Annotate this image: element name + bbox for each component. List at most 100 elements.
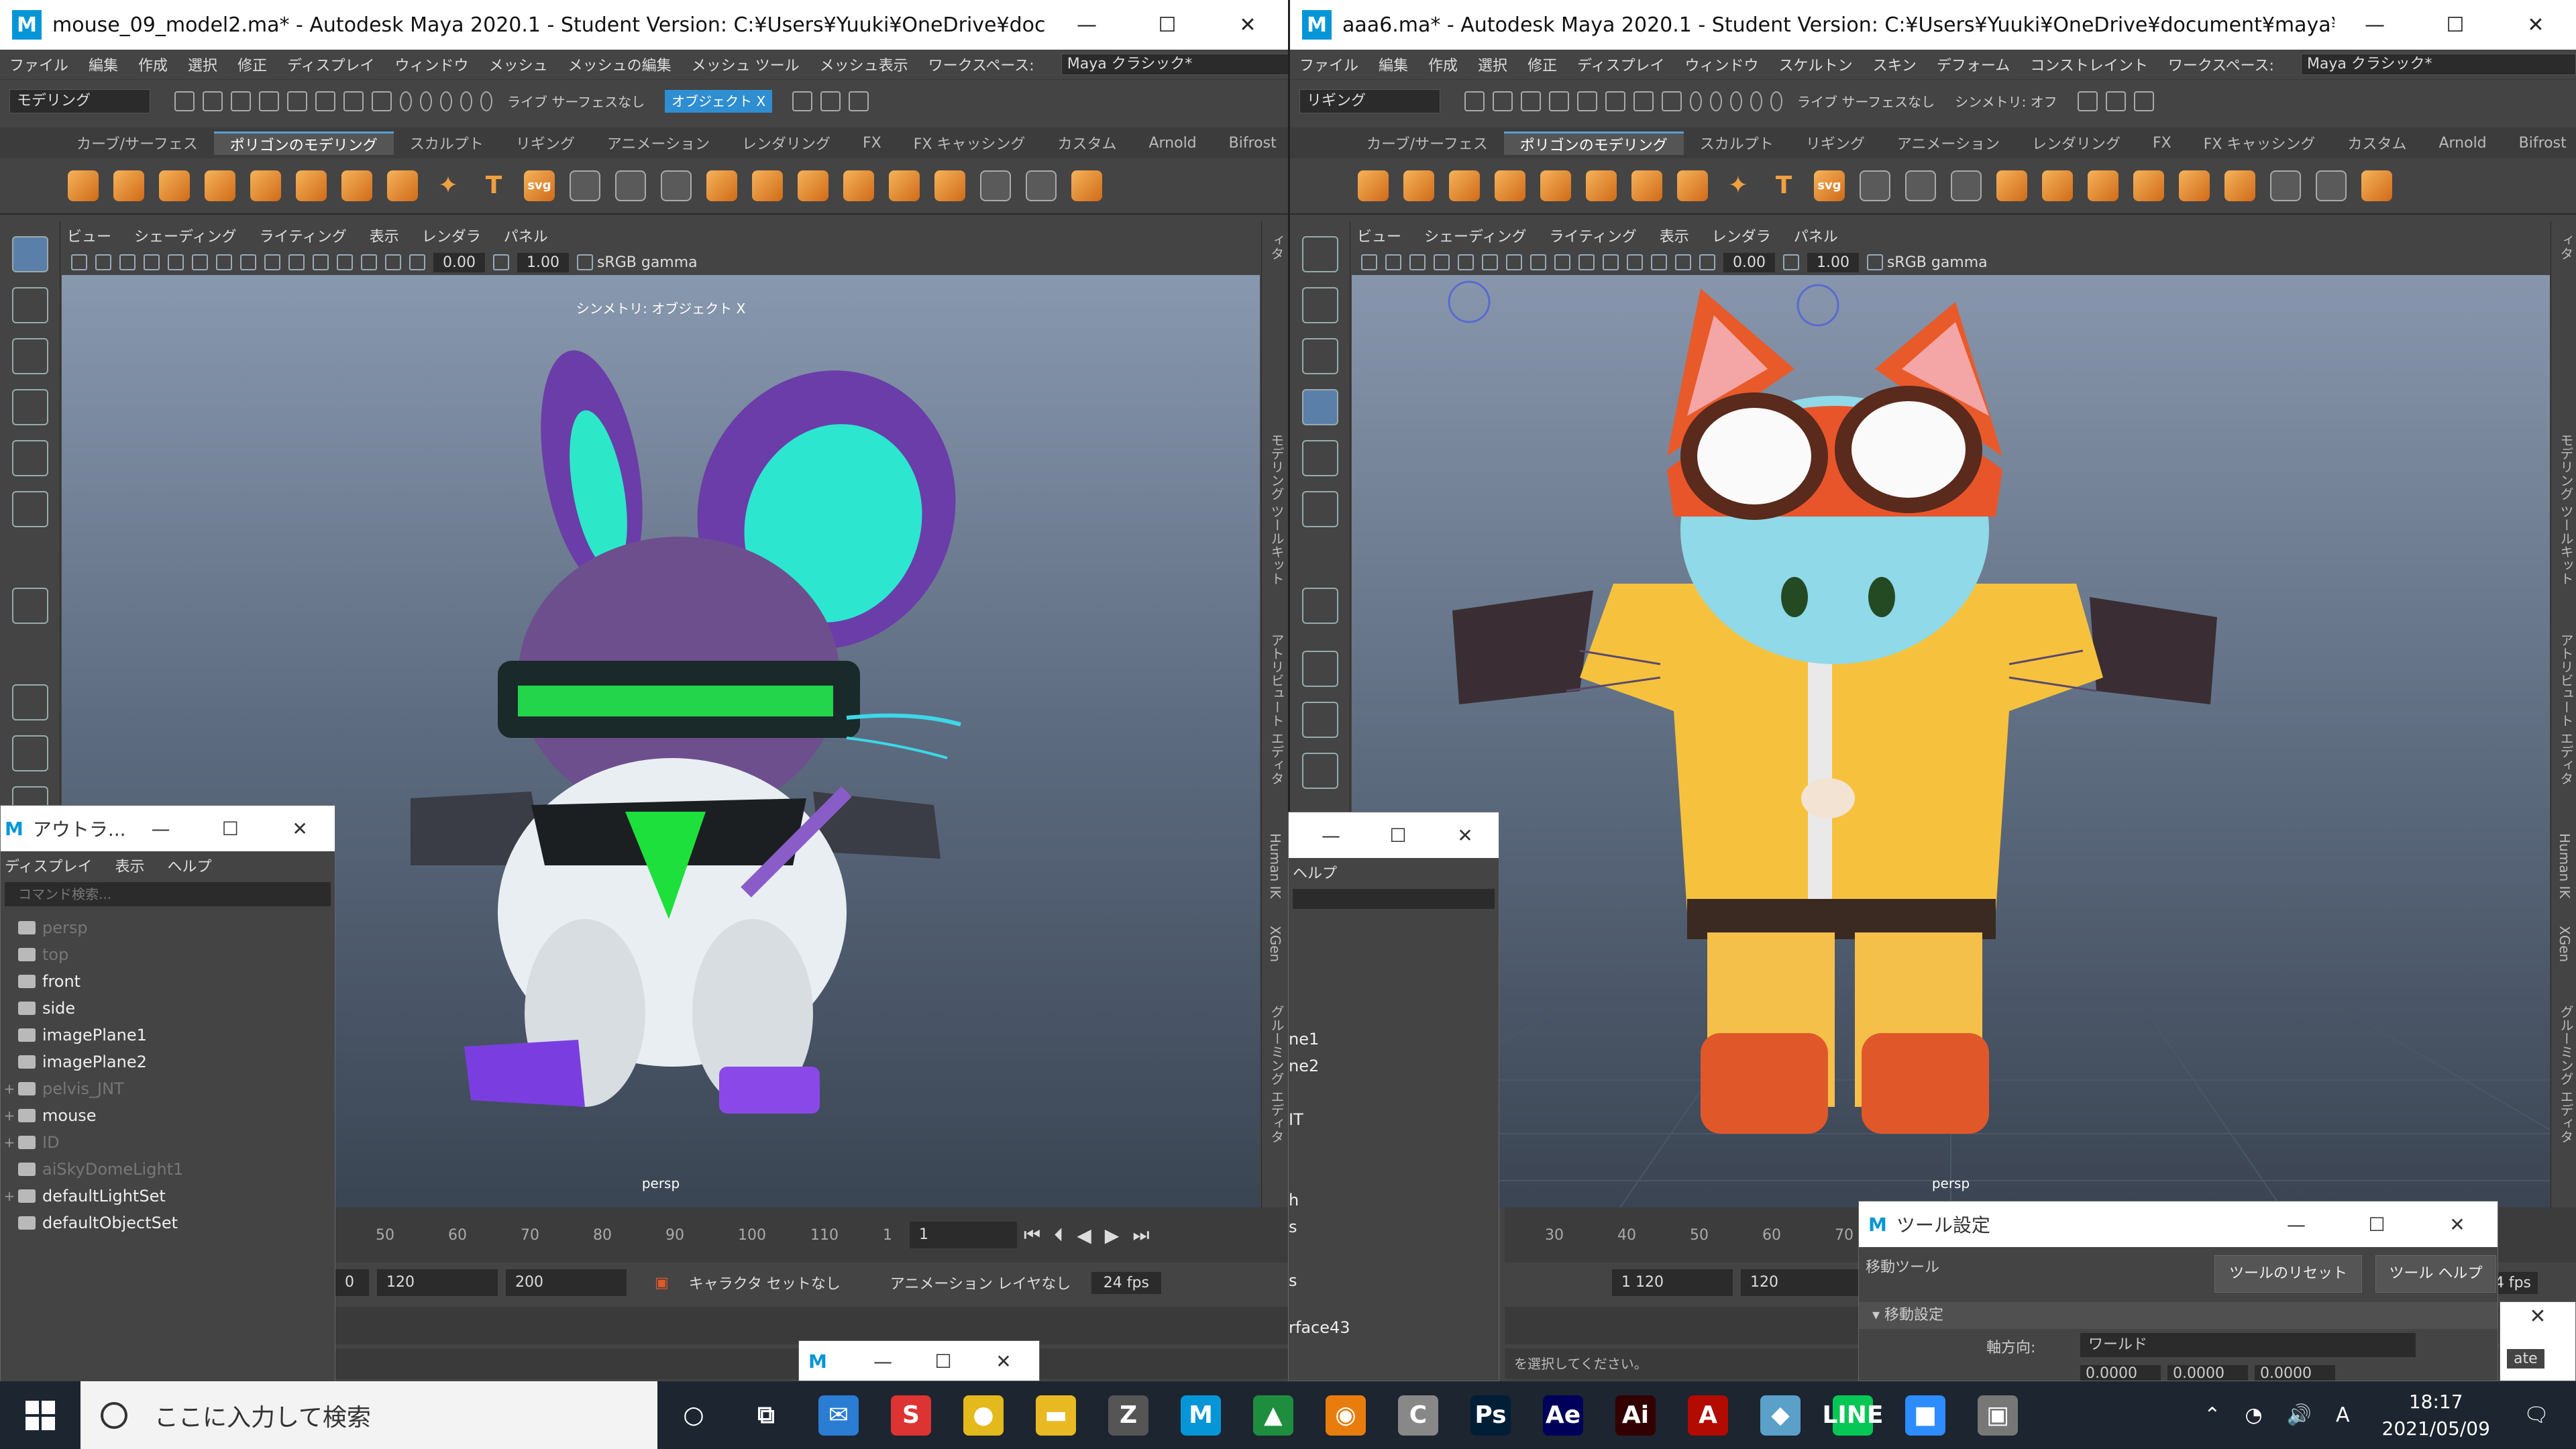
fps-select[interactable]: 24 fps bbox=[1091, 1271, 1161, 1294]
range-end-field[interactable]: 120 bbox=[1741, 1269, 1862, 1296]
resolution-gate-icon[interactable] bbox=[216, 254, 232, 270]
go-to-end-icon[interactable]: ⏭ bbox=[1132, 1224, 1149, 1246]
shelf-tab-arnold[interactable]: Arnold bbox=[1132, 135, 1212, 152]
merge-icon[interactable] bbox=[1951, 170, 1982, 201]
tab-attribute-editor[interactable]: アトリビュート エディタ bbox=[2557, 633, 2576, 821]
camera-select-icon[interactable] bbox=[1361, 254, 1377, 270]
shelf-tab-rigging[interactable]: リギング bbox=[1790, 132, 1881, 154]
layout-two-icon[interactable] bbox=[1301, 753, 1338, 789]
tab-attribute-editor[interactable]: アトリビュート エディタ bbox=[1267, 633, 1287, 821]
ime-indicator[interactable]: A bbox=[2336, 1403, 2350, 1427]
menu-modify[interactable]: 修正 bbox=[237, 54, 267, 75]
snap-grid-icon[interactable] bbox=[400, 91, 412, 111]
close-button[interactable]: ✕ bbox=[2417, 1214, 2498, 1236]
menu-edit-mesh[interactable]: メッシュの編集 bbox=[568, 54, 672, 75]
floating-window-title-bar[interactable]: — ☐ ✕ bbox=[1289, 812, 1499, 858]
panel-menu-renderer[interactable]: レンダラ bbox=[1712, 225, 1771, 246]
range-max-field[interactable]: 200 bbox=[506, 1269, 627, 1296]
type-icon[interactable]: T bbox=[478, 170, 509, 201]
menu-select[interactable]: 選択 bbox=[188, 54, 217, 75]
layout-four-icon[interactable] bbox=[1301, 702, 1338, 738]
section-header-move-settings[interactable]: ▾ 移動設定 bbox=[1859, 1302, 2498, 1329]
shelf-tab-poly-modeling[interactable]: ポリゴンのモデリング bbox=[213, 131, 394, 155]
shelf-tab-curves[interactable]: カーブ/サーフェス bbox=[60, 132, 214, 154]
menu-mesh-display[interactable]: メッシュ表示 bbox=[820, 54, 908, 75]
shadows-icon[interactable] bbox=[1627, 254, 1643, 270]
close-button[interactable]: ✕ bbox=[2496, 13, 2576, 37]
bookmark-icon[interactable] bbox=[119, 254, 136, 270]
shelf-tab-curves[interactable]: カーブ/サーフェス bbox=[1350, 132, 1504, 154]
lights-icon[interactable] bbox=[313, 254, 329, 270]
lasso-tool-icon[interactable] bbox=[1301, 287, 1338, 323]
panel-menu-show[interactable]: 表示 bbox=[370, 225, 399, 246]
network-icon[interactable]: ◔ bbox=[2245, 1403, 2262, 1427]
outliner-row[interactable]: top bbox=[1, 941, 335, 968]
minimized-window-title-bar[interactable]: M — ☐ ✕ bbox=[799, 1341, 1039, 1381]
select-component-icon[interactable] bbox=[372, 91, 392, 111]
shelf-tab-sculpt[interactable]: スカルプト bbox=[394, 132, 500, 154]
range-start-field[interactable]: 1 120 bbox=[1612, 1269, 1733, 1296]
axis-value-x[interactable]: 0.0000 bbox=[2080, 1365, 2161, 1381]
open-scene-icon[interactable] bbox=[1493, 91, 1513, 111]
list-item[interactable]: ne2 bbox=[1289, 1053, 1499, 1079]
range-end-field[interactable]: 120 bbox=[377, 1269, 498, 1296]
smooth-shade-icon[interactable] bbox=[1554, 254, 1570, 270]
snap-curve-icon[interactable] bbox=[420, 91, 432, 111]
minimize-button[interactable]: — bbox=[2256, 1214, 2337, 1236]
outliner-menu-display[interactable]: ディスプレイ bbox=[5, 855, 92, 876]
symmetry-select[interactable]: オブジェクト X bbox=[665, 89, 773, 113]
panel-menu-view[interactable]: ビュー bbox=[1357, 225, 1401, 246]
panel-menu-shading[interactable]: シェーディング bbox=[134, 225, 236, 246]
ipr-icon[interactable] bbox=[2133, 91, 2154, 111]
gamma-icon[interactable] bbox=[492, 254, 509, 270]
camera-attr-icon[interactable] bbox=[1385, 254, 1401, 270]
minimize-button[interactable]: — bbox=[1297, 824, 1364, 847]
poly-cylinder-icon[interactable] bbox=[1449, 170, 1480, 201]
chevron-up-icon[interactable]: ⌃ bbox=[2204, 1403, 2220, 1427]
list-item[interactable]: s bbox=[1289, 1214, 1499, 1240]
outliner-row[interactable]: defaultObjectSet bbox=[1, 1210, 335, 1236]
anim-layer-select[interactable]: アニメーション レイヤなし bbox=[890, 1272, 1091, 1293]
save-scene-icon[interactable] bbox=[231, 91, 251, 111]
filter-field[interactable] bbox=[1293, 889, 1495, 909]
menu-select[interactable]: 選択 bbox=[1478, 54, 1507, 75]
poly-sphere-icon[interactable] bbox=[68, 170, 99, 201]
expand-icon[interactable]: + bbox=[1, 1108, 18, 1124]
title-bar[interactable]: M mouse_09_model2.ma* - Autodesk Maya 20… bbox=[0, 0, 1288, 50]
redo-icon[interactable] bbox=[1577, 91, 1597, 111]
outliner-row[interactable]: front bbox=[1, 968, 335, 995]
separate-icon[interactable] bbox=[752, 170, 783, 201]
gamma-field[interactable]: 1.00 bbox=[1807, 252, 1859, 272]
view-transform[interactable]: sRGB gamma bbox=[597, 254, 698, 271]
start-button[interactable] bbox=[0, 1381, 80, 1449]
wireframe-icon[interactable] bbox=[240, 254, 256, 270]
undo-icon[interactable] bbox=[1549, 91, 1569, 111]
list-item[interactable]: s bbox=[1289, 1267, 1499, 1294]
menu-windows[interactable]: ウィンドウ bbox=[1685, 54, 1759, 75]
image-plane-icon[interactable] bbox=[144, 254, 160, 270]
outliner-row[interactable]: imagePlane1 bbox=[1, 1022, 335, 1049]
render-icon[interactable] bbox=[2105, 91, 2126, 111]
zbrush-icon[interactable]: Z bbox=[1092, 1381, 1165, 1449]
textured-icon[interactable] bbox=[1578, 254, 1595, 270]
select-component-icon[interactable] bbox=[1662, 91, 1682, 111]
clip-studio-icon[interactable]: C bbox=[1382, 1381, 1454, 1449]
color-management-icon[interactable] bbox=[576, 254, 593, 270]
tab-modeling-toolkit[interactable]: モデリング ツールキット bbox=[2557, 433, 2576, 621]
select-tool-icon[interactable] bbox=[1905, 170, 1936, 201]
axis-orientation-select[interactable]: ワールド bbox=[2080, 1333, 2416, 1357]
sculpt-tool-icon[interactable] bbox=[570, 170, 600, 201]
menu-create[interactable]: 作成 bbox=[1428, 54, 1458, 75]
poly-disc-icon[interactable] bbox=[341, 170, 372, 201]
isolate-icon[interactable] bbox=[385, 254, 401, 270]
layout-single-icon[interactable] bbox=[11, 684, 48, 720]
svg-icon[interactable]: svg bbox=[1814, 170, 1845, 201]
time-slider[interactable]: 50 60 70 80 90 100 110 1 1 ⏮ ⏴ ◀ ▶ ⏭ bbox=[335, 1208, 1288, 1263]
blender-icon[interactable]: ◉ bbox=[1309, 1381, 1382, 1449]
grid-icon[interactable] bbox=[1458, 254, 1474, 270]
super-shape-icon[interactable]: ✦ bbox=[433, 170, 464, 201]
shelf-tab-bifrost[interactable]: Bifrost bbox=[1213, 135, 1288, 152]
menu-windows[interactable]: ウィンドウ bbox=[395, 54, 469, 75]
menu-file[interactable]: ファイル bbox=[1299, 54, 1358, 75]
wireframe-icon[interactable] bbox=[1530, 254, 1546, 270]
